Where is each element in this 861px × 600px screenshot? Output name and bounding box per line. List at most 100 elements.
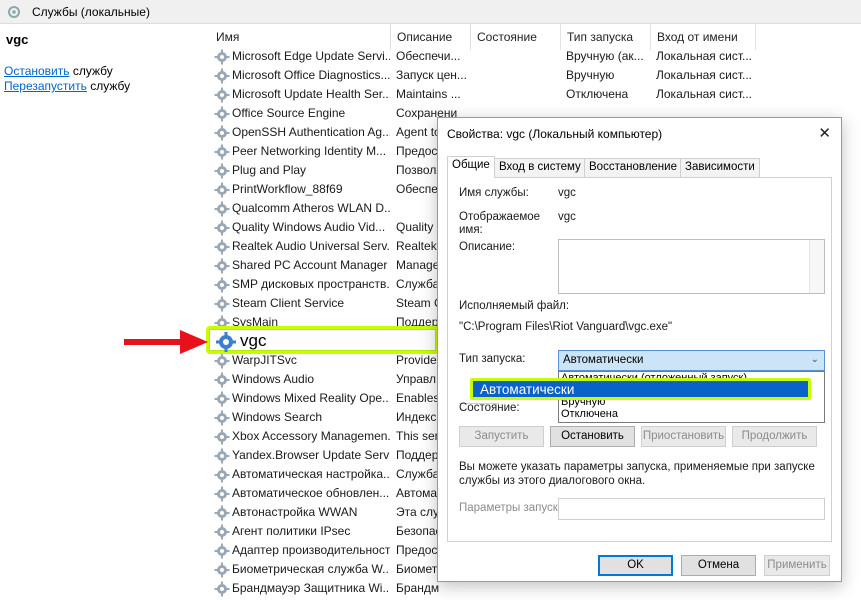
stop-service-suffix: службу xyxy=(69,64,113,78)
table-row[interactable]: Microsoft Update Health Ser... Maintains … xyxy=(210,86,861,105)
general-tab-pane: Имя службы: vgc Отображаемое имя: vgc Оп… xyxy=(447,177,832,542)
startup-params-label: Параметры запуска: xyxy=(459,502,568,514)
apply-button[interactable]: Применить xyxy=(764,555,830,576)
service-gear-icon xyxy=(214,144,230,160)
service-gear-icon xyxy=(214,258,230,274)
service-gear-icon xyxy=(214,239,230,255)
selected-option-auto-label: Автоматически xyxy=(480,382,575,397)
service-gear-icon xyxy=(214,163,230,179)
tab-general[interactable]: Общие xyxy=(447,156,495,178)
column-header-extra xyxy=(755,24,861,50)
close-icon[interactable]: ✕ xyxy=(818,124,831,142)
table-row[interactable]: Microsoft Office Diagnostics... Запуск це… xyxy=(210,67,861,86)
startup-type-value: Автоматически xyxy=(563,354,644,366)
service-gear-icon xyxy=(214,49,230,65)
vgc-row-highlight[interactable]: vgc xyxy=(206,326,439,354)
service-gear-icon xyxy=(214,372,230,388)
stop-service-link[interactable]: Остановить xyxy=(4,64,70,78)
service-name-cell: WarpJITSvc xyxy=(232,353,297,367)
start-button[interactable]: Запустить xyxy=(459,426,544,447)
service-name-value: vgc xyxy=(558,187,576,199)
pause-button[interactable]: Приостановить xyxy=(641,426,726,447)
cancel-button[interactable]: Отмена xyxy=(681,555,756,576)
service-name-cell: Peer Networking Identity M... xyxy=(232,144,387,158)
startup-params-input[interactable] xyxy=(558,498,825,520)
description-label: Описание: xyxy=(459,241,516,253)
column-header-description[interactable]: Описание xyxy=(390,24,470,50)
display-name-label-2: имя: xyxy=(459,224,483,236)
column-header-startup-type[interactable]: Тип запуска xyxy=(560,24,650,50)
service-gear-icon xyxy=(215,331,237,356)
service-name-cell: SMP дисковых пространств... xyxy=(232,277,390,291)
column-header-logon-as[interactable]: Вход от имени xyxy=(650,24,755,50)
tab-recovery[interactable]: Восстановление xyxy=(584,158,682,177)
resume-button[interactable]: Продолжить xyxy=(732,426,817,447)
service-state-cell xyxy=(476,49,562,66)
service-gear-icon xyxy=(214,429,230,445)
service-name-cell: Автоматическое обновлен... xyxy=(232,486,390,500)
vgc-highlight-label: vgc xyxy=(240,331,267,350)
description-scrollbar[interactable] xyxy=(809,240,824,293)
service-gear-icon xyxy=(214,296,230,312)
startup-params-hint: Вы можете указать параметры запуска, при… xyxy=(459,461,815,487)
service-state-cell xyxy=(476,581,562,598)
service-name-cell: Биометрическая служба W... xyxy=(232,562,390,576)
service-name-cell: Windows Audio xyxy=(232,372,315,386)
service-name-cell: Автонастройка WWAN xyxy=(232,505,358,519)
table-row[interactable]: Microsoft Edge Update Servi... Обеспечи..… xyxy=(210,48,861,67)
service-gear-icon xyxy=(214,391,230,407)
service-name-cell: Агент политики IPsec xyxy=(232,524,351,538)
service-gear-icon xyxy=(214,182,230,198)
selected-option-auto-highlight[interactable]: Автоматически xyxy=(470,378,811,400)
service-gear-icon xyxy=(214,524,230,540)
service-name-cell: Брандмауэр Защитника Wi... xyxy=(232,581,390,595)
restart-action: Перезапустить службу xyxy=(4,79,130,93)
pointer-arrow-right-icon xyxy=(124,330,208,354)
service-name-cell: Shared PC Account Manager xyxy=(232,258,388,272)
service-description-cell: Запуск цен... xyxy=(396,68,467,82)
service-gear-icon xyxy=(214,486,230,502)
dialog-title: Свойства: vgc (Локальный компьютер) xyxy=(447,127,663,141)
description-field[interactable] xyxy=(558,239,825,294)
service-startup-cell xyxy=(566,581,652,598)
window-titlebar: Службы (локальные) xyxy=(0,0,861,24)
table-row[interactable]: Брандмауэр Защитника Wi... Брандм xyxy=(210,580,861,599)
service-name-cell: Plug and Play xyxy=(232,163,307,177)
service-name-cell: Microsoft Office Diagnostics... xyxy=(232,68,390,82)
service-name-cell: PrintWorkflow_88f69 xyxy=(232,182,343,196)
service-name-cell: Yandex.Browser Update Servi... xyxy=(232,448,390,462)
chevron-down-icon: ⌄ xyxy=(810,354,819,365)
service-logon-cell: Локальная сист... xyxy=(656,49,752,63)
service-gear-icon xyxy=(214,448,230,464)
service-gear-icon xyxy=(214,410,230,426)
option-disabled[interactable]: Отключена xyxy=(561,408,618,421)
service-description-cell: Обеспечи... xyxy=(396,49,461,63)
service-gear-icon xyxy=(214,106,230,122)
column-header-state[interactable]: Состояние xyxy=(470,24,560,50)
service-name-cell: Office Source Engine xyxy=(232,106,346,120)
stop-action: Остановить службу xyxy=(4,64,113,78)
display-name-value[interactable]: vgc xyxy=(558,211,576,223)
tab-logon[interactable]: Вход в систему xyxy=(494,158,586,177)
action-panel: vgc Остановить службу Перезапустить служ… xyxy=(0,24,205,600)
service-name-cell: Steam Client Service xyxy=(232,296,345,310)
restart-service-link[interactable]: Перезапустить xyxy=(4,79,87,93)
service-gear-icon xyxy=(214,277,230,293)
service-startup-cell: Вручную xyxy=(566,68,615,82)
ok-button[interactable]: OK xyxy=(598,555,673,576)
service-logon-cell xyxy=(656,581,756,598)
service-gear-icon xyxy=(214,543,230,559)
service-name-cell: Microsoft Edge Update Servi... xyxy=(232,49,390,63)
column-header-name[interactable]: Имя xyxy=(210,24,390,50)
tab-dependencies[interactable]: Зависимости xyxy=(680,158,760,177)
service-startup-cell: Отключена xyxy=(566,87,629,101)
service-gear-icon xyxy=(214,467,230,483)
executable-path: "C:\Program Files\Riot Vanguard\vgc.exe" xyxy=(459,321,673,333)
startup-type-select[interactable]: Автоматически ⌄ xyxy=(558,350,825,371)
service-gear-icon xyxy=(214,505,230,521)
services-gear-icon xyxy=(7,5,21,22)
service-name-cell: Автоматическая настройка... xyxy=(232,467,390,481)
stop-button[interactable]: Остановить xyxy=(550,426,635,447)
executable-label: Исполняемый файл: xyxy=(459,300,570,312)
selected-service-name: vgc xyxy=(6,32,29,47)
